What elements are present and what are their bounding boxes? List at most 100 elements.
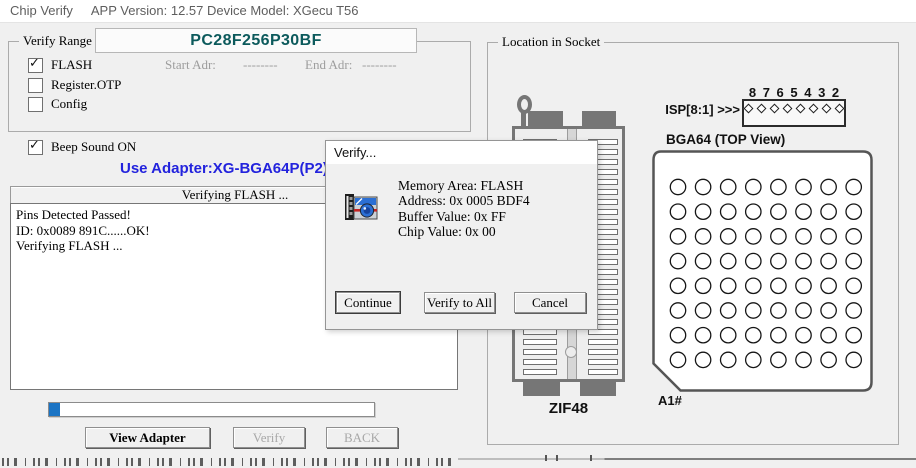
zif-top-tab [528, 111, 563, 127]
isp-pin-diamond-icon [809, 104, 819, 114]
bga-ball [771, 352, 786, 367]
bga-ball [796, 303, 811, 318]
bga-ball [746, 253, 761, 268]
bga-ball [721, 352, 736, 367]
config-checkbox-row: Config [28, 96, 87, 112]
background-window-edge [458, 458, 916, 460]
bga-ball [821, 352, 836, 367]
chip-verify-window: Chip VerifyAPP Version: 12.57 Device Mod… [0, 0, 916, 468]
bga-ball [821, 303, 836, 318]
bga-ball [721, 229, 736, 244]
bga-ball [746, 303, 761, 318]
back-button[interactable]: BACK [326, 427, 398, 448]
bga-ball [846, 278, 861, 293]
isp-pin-diamond-icon [744, 104, 754, 114]
zif-pin-slot [523, 349, 557, 355]
view-adapter-button[interactable]: View Adapter [85, 427, 210, 448]
zif-pin-slot [588, 339, 618, 345]
beep-checkbox[interactable] [28, 140, 43, 155]
bga-ball [670, 253, 685, 268]
bga-ball [771, 253, 786, 268]
address-line: Address: 0x 0005 BDF4 [398, 193, 530, 208]
bga-ball [821, 229, 836, 244]
bga-ball [796, 204, 811, 219]
zif-top-tab [582, 111, 616, 127]
bga-ball [746, 229, 761, 244]
bga-ball [721, 204, 736, 219]
bga-a1-corner-label: A1# [658, 393, 682, 408]
bga-ball [695, 352, 710, 367]
bga64-package-diagram [652, 150, 873, 392]
bga-ball [670, 328, 685, 343]
isp-pin-diamond-icon [783, 104, 793, 114]
bga-ball [695, 179, 710, 194]
bga-ball [771, 204, 786, 219]
register-otp-checkbox[interactable] [28, 78, 43, 93]
bga-ball [821, 179, 836, 194]
bga-ball [846, 303, 861, 318]
zif-lever-stem [521, 112, 526, 127]
bga-ball [721, 328, 736, 343]
chip-name-banner: PC28F256P30BF [95, 28, 417, 53]
config-checkbox[interactable] [28, 97, 43, 112]
bga-ball [695, 278, 710, 293]
app-version-info: APP Version: 12.57 Device Model: XGecu T… [91, 3, 359, 18]
bga-ball [670, 204, 685, 219]
verify-dialog-titlebar[interactable]: Verify... [326, 141, 597, 164]
register-otp-checkbox-row: Register.OTP [28, 77, 121, 93]
zif-center-screw-icon [565, 346, 577, 358]
register-otp-checkbox-label: Register.OTP [51, 77, 121, 93]
zif-bottom-tab [523, 382, 560, 396]
bga-ball [670, 352, 685, 367]
bga-ball [721, 253, 736, 268]
end-adr-value: -------- [362, 57, 397, 73]
verify-to-all-button[interactable]: Verify to All [424, 292, 495, 313]
start-adr-value: -------- [243, 57, 278, 73]
bga-ball [796, 278, 811, 293]
window-titlebar: Chip VerifyAPP Version: 12.57 Device Mod… [0, 0, 916, 23]
bga-ball [771, 229, 786, 244]
clipped-text-fragments [2, 458, 454, 466]
memory-area-line: Memory Area: FLASH [398, 178, 530, 193]
isp-pin-diamond-icon [822, 104, 832, 114]
cancel-button[interactable]: Cancel [514, 292, 586, 313]
isp-pin-diamond-icon [835, 104, 845, 114]
bga-ball [746, 179, 761, 194]
verify-range-label: Verify Range [19, 34, 96, 48]
bga-ball [846, 179, 861, 194]
bga-ball [846, 328, 861, 343]
bga-ball [796, 328, 811, 343]
isp-pin-diamond-icon [770, 104, 780, 114]
zif-pin-slot [523, 359, 557, 365]
bga-ball [746, 328, 761, 343]
bga-ball [796, 229, 811, 244]
isp-connector-box [742, 99, 846, 127]
bga-ball [695, 204, 710, 219]
strip-mark [556, 455, 558, 461]
bga-ball [670, 229, 685, 244]
bga-ball [771, 328, 786, 343]
flash-checkbox[interactable] [28, 58, 43, 73]
zif-pin-slot [523, 369, 557, 375]
isp-pin-diamond-icon [757, 104, 767, 114]
strip-mark [545, 455, 547, 461]
bga-ball [771, 303, 786, 318]
bga-ball [771, 278, 786, 293]
zif-pin-slot [588, 369, 618, 375]
chip-programmer-icon [344, 190, 378, 224]
flash-checkbox-row: FLASH [28, 57, 92, 73]
isp-label: ISP[8:1] >>> [650, 102, 740, 117]
flash-checkbox-label: FLASH [51, 57, 92, 73]
bga-ball [746, 278, 761, 293]
bga-ball [721, 278, 736, 293]
zif-pin-slot [588, 349, 618, 355]
bga-ball [771, 179, 786, 194]
config-checkbox-label: Config [51, 96, 87, 112]
continue-button[interactable]: Continue [336, 292, 400, 313]
verify-button[interactable]: Verify [233, 427, 305, 448]
bga-ball [695, 253, 710, 268]
bga-ball [821, 204, 836, 219]
start-adr-label: Start Adr: [165, 57, 216, 73]
end-adr-label: End Adr: [305, 57, 352, 73]
verify-dialog: Verify... Memory Area: FLASH Address: 0x… [325, 140, 598, 330]
